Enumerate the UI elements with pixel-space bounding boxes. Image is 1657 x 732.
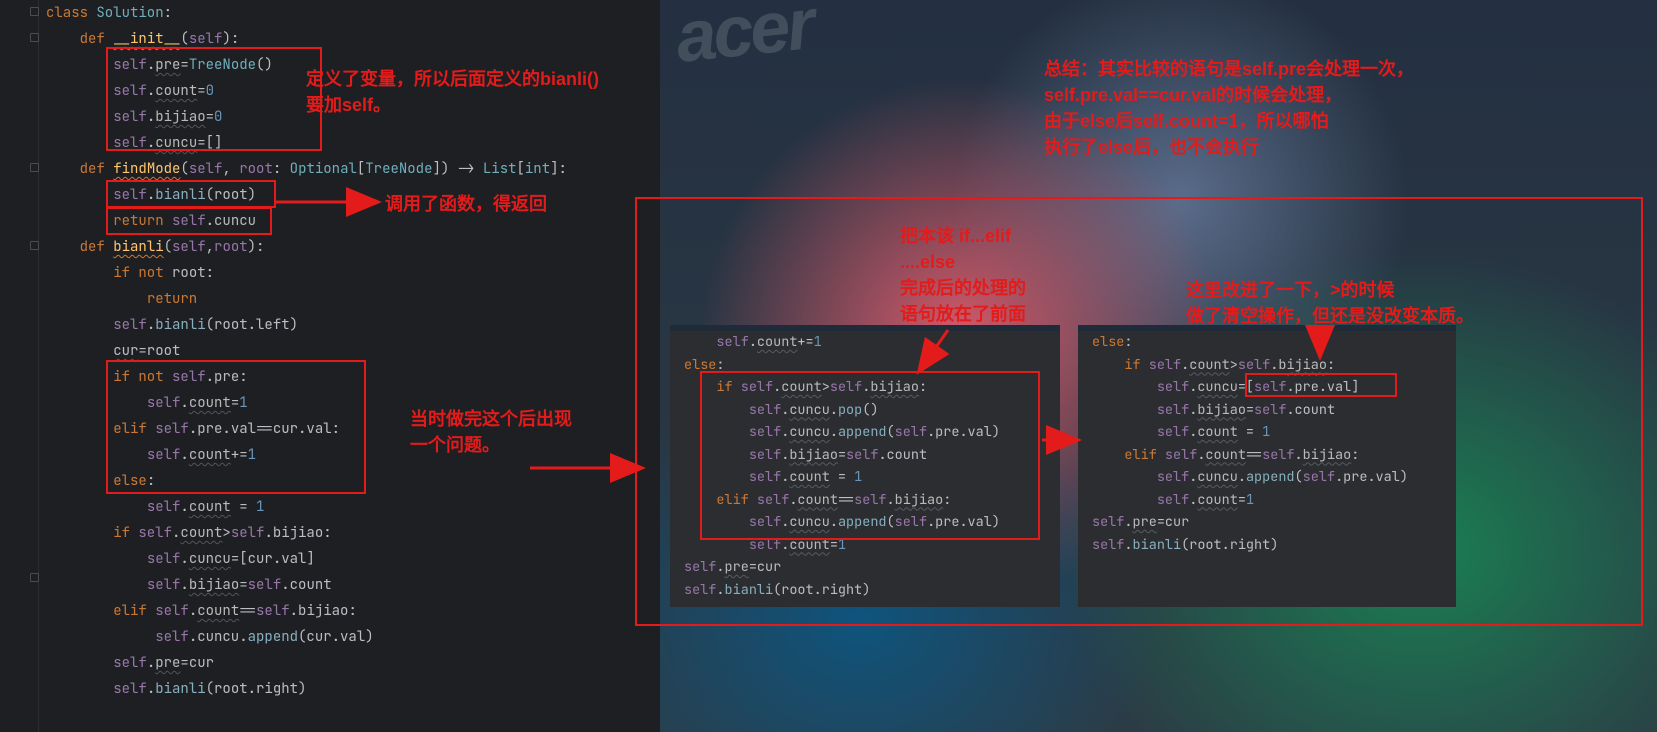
code-line[interactable]: return self.cuncu [46, 208, 660, 234]
code-line[interactable]: self.pre=TreeNode() [46, 52, 660, 78]
code-editor[interactable]: class Solution: def __init__(self): self… [0, 0, 660, 732]
snippet-line: self.bianli(root.right) [670, 579, 1060, 602]
code-line[interactable]: return [46, 286, 660, 312]
code-line[interactable]: self.bijiao=0 [46, 104, 660, 130]
snippet-line: self.count=1 [1078, 489, 1456, 512]
code-line[interactable]: self.count=1 [46, 390, 660, 416]
snippet-line: self.pre=cur [1078, 511, 1456, 534]
code-line[interactable]: if self.count>self.bijiao: [46, 520, 660, 546]
code-line[interactable]: self.count=0 [46, 78, 660, 104]
code-line[interactable]: class Solution: [46, 0, 660, 26]
code-line[interactable]: cur=root [46, 338, 660, 364]
code-line[interactable]: if not self.pre: [46, 364, 660, 390]
snippet-line: self.bianli(root.right) [1078, 534, 1456, 557]
snippet-line: self.cuncu.append(self.pre.val) [1078, 466, 1456, 489]
code-line[interactable]: self.bianli(root.right) [46, 676, 660, 702]
snippet-line: self.pre=cur [670, 556, 1060, 579]
snippet-line: self.cuncu.pop() [670, 399, 1060, 422]
snippet-line: self.cuncu=[self.pre.val] [1078, 376, 1456, 399]
snippet-line: self.count = 1 [670, 466, 1060, 489]
snippet-line: self.bijiao=self.count [1078, 399, 1456, 422]
snippet-line: self.cuncu.append(self.pre.val) [670, 511, 1060, 534]
viewport: class Solution: def __init__(self): self… [0, 0, 1657, 732]
snippet-line: self.count+=1 [670, 331, 1060, 354]
code-line[interactable]: self.pre=cur [46, 650, 660, 676]
snippet-line: self.count=1 [670, 534, 1060, 557]
code-line[interactable]: elif self.count==self.bijiao: [46, 598, 660, 624]
snippet-line: elif self.count==self.bijiao: [670, 489, 1060, 512]
code-line[interactable]: self.cuncu=[cur.val] [46, 546, 660, 572]
code-line[interactable]: elif self.pre.val==cur.val: [46, 416, 660, 442]
code-line[interactable]: self.bianli(root) [46, 182, 660, 208]
code-line[interactable]: self.cuncu.append(cur.val) [46, 624, 660, 650]
snippet-line: if self.count>self.bijiao: [670, 376, 1060, 399]
code-line[interactable]: self.bijiao=self.count [46, 572, 660, 598]
code-line[interactable]: if not root: [46, 260, 660, 286]
code-line[interactable]: def bianli(self,root): [46, 234, 660, 260]
snippet-line: self.cuncu.append(self.pre.val) [670, 421, 1060, 444]
snippet-line: if self.count>self.bijiao: [1078, 354, 1456, 377]
code-snippet-a: self.count+=1 else: if self.count>self.b… [670, 325, 1060, 607]
snippet-line: self.count = 1 [1078, 421, 1456, 444]
code-line[interactable]: self.count+=1 [46, 442, 660, 468]
snippet-line: elif self.count==self.bijiao: [1078, 444, 1456, 467]
code-line[interactable]: self.bianli(root.left) [46, 312, 660, 338]
code-area[interactable]: class Solution: def __init__(self): self… [46, 0, 660, 702]
code-snippet-b: else: if self.count>self.bijiao: self.cu… [1078, 325, 1456, 607]
snippet-line: else: [1078, 331, 1456, 354]
desktop-wallpaper: acer self.count+=1 else: if self.count>s… [660, 0, 1657, 732]
code-line[interactable]: self.cuncu=[] [46, 130, 660, 156]
snippet-line: else: [670, 354, 1060, 377]
editor-gutter [0, 0, 39, 732]
code-line[interactable]: else: [46, 468, 660, 494]
code-line[interactable]: def __init__(self): [46, 26, 660, 52]
code-line[interactable]: self.count = 1 [46, 494, 660, 520]
code-line[interactable]: def findMode(self, root: Optional[TreeNo… [46, 156, 660, 182]
brand-watermark: acer [672, 0, 816, 79]
snippet-line: self.bijiao=self.count [670, 444, 1060, 467]
